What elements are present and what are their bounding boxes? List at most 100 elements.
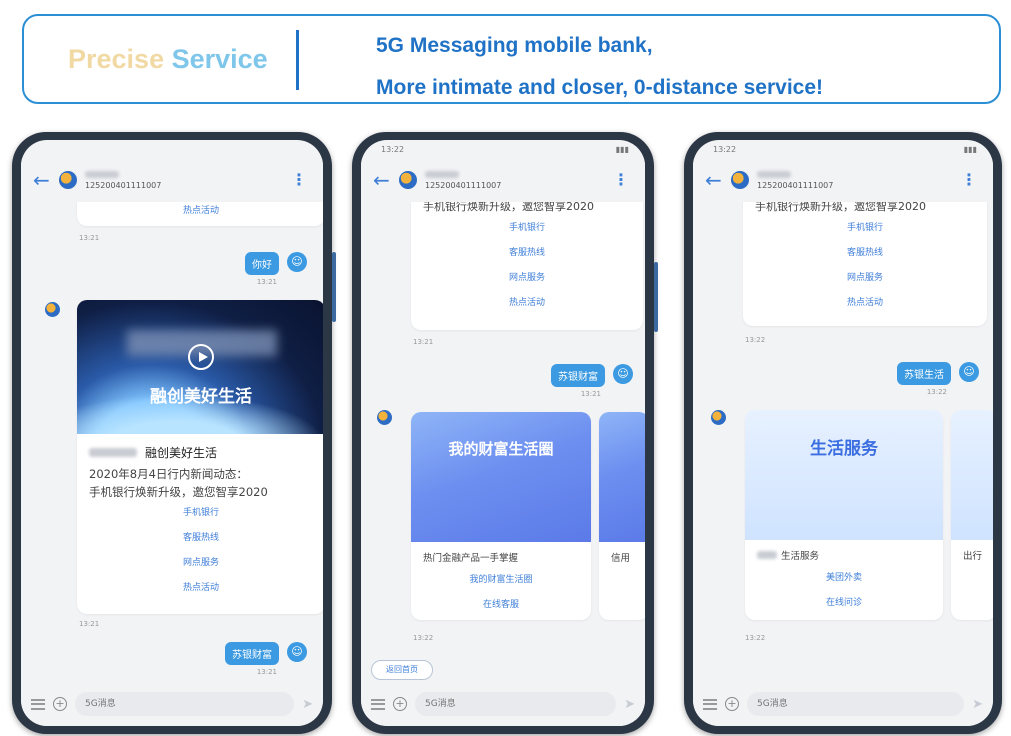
card-media-image [599,412,645,542]
phone-1: ← 125200401111007 ⋮ 热点活动 13:21 你好 ☺ 13:2… [12,132,336,734]
card-title-text: 融创美好生活 [145,446,218,460]
side-button [654,262,658,332]
user-icon: ☺ [959,362,979,382]
bank-avatar [399,171,417,189]
back-arrow-icon[interactable]: ← [373,168,395,192]
card-media-image: 我的财富生活圈 [411,412,591,542]
card-title-blurred [89,448,137,457]
kebab-menu-icon[interactable]: ⋮ [961,170,977,189]
link-hot-activity[interactable]: 热点活动 [77,576,323,601]
card-body-line-2: 手机银行焕新升级，邀您智享2020 [89,485,268,499]
bank-avatar [59,171,77,189]
message-input[interactable] [75,692,295,716]
sent-bubble: 你好 [245,252,279,275]
timestamp: 13:21 [580,390,601,398]
link-online-service[interactable]: 在线客服 [411,593,591,618]
back-home-button[interactable]: 返回首页 [371,660,433,680]
input-bar: + ➤ [693,682,993,726]
link-meituan-takeout[interactable]: 美团外卖 [745,566,943,591]
carousel-card-peek[interactable]: 信用 [599,412,645,620]
chat-area: 手机银行焕新升级，邀您智享2020 手机银行 客服热线 网点服务 热点活动 13… [693,202,993,682]
timestamp: 13:22 [745,634,766,642]
link-service-hotline[interactable]: 客服热线 [77,526,323,551]
chat-header: ← 125200401111007 ⋮ [693,158,993,202]
menu-icon[interactable] [703,698,717,710]
card-subtitle: 生活服务 [745,540,943,566]
send-icon[interactable]: ➤ [972,697,983,712]
timestamp: 13:22 [745,336,766,344]
menu-icon[interactable] [371,698,385,710]
link-hot-activity[interactable]: 热点活动 [743,291,987,316]
send-icon[interactable]: ➤ [624,697,635,712]
timestamp: 13:21 [256,668,277,676]
back-arrow-icon[interactable]: ← [705,168,727,192]
user-icon: ☺ [287,642,307,662]
chat-area: 热点活动 13:21 你好 ☺ 13:21 融创美好生活 融创美好生活 2020… [21,202,323,682]
contact-name-blurred [85,170,119,178]
timestamp: 13:21 [256,278,277,286]
card-body-line-2: 手机银行焕新升级，邀您智享2020 [423,202,594,213]
timestamp: 13:22 [413,634,434,642]
play-icon[interactable] [188,344,214,370]
signal-battery-icon: ▮▮▮ [615,145,629,154]
phone-2: 13:22 ▮▮▮ ← 125200401111007 ⋮ 手机银行焕新升级，邀… [352,132,658,734]
plus-icon[interactable]: + [393,697,407,711]
card-media-image: 融创美好生活 [77,300,323,434]
status-bar: 13:22 ▮▮▮ [693,140,993,158]
phone-3-screen: 13:22 ▮▮▮ ← 125200401111007 ⋮ 手机银行焕新升级，邀… [693,140,993,726]
message-input[interactable] [415,692,617,716]
card-subtitle-text: 生活服务 [781,551,820,562]
link-branch-service[interactable]: 网点服务 [743,266,987,291]
back-arrow-icon[interactable]: ← [33,168,55,192]
link-service-hotline[interactable]: 客服热线 [743,241,987,266]
chat-area: 手机银行焕新升级，邀您智享2020 手机银行 客服热线 网点服务 热点活动 13… [361,202,645,682]
link-online-consultation[interactable]: 在线问诊 [745,591,943,616]
card-title: 融创美好生活 [77,434,323,465]
link-branch-service[interactable]: 网点服务 [77,551,323,576]
input-bar: + ➤ [361,682,645,726]
link-hot-activity[interactable]: 热点活动 [77,202,323,226]
carousel-card[interactable]: 我的财富生活圈 热门金融产品一手掌握 我的财富生活圈 在线客服 [411,412,591,620]
user-icon: ☺ [287,252,307,272]
rich-card[interactable]: 融创美好生活 融创美好生活 2020年8月4日行内新闻动态： 手机银行焕新升级，… [77,300,323,614]
plus-icon[interactable]: + [53,697,67,711]
bank-avatar [45,302,60,317]
side-button [332,252,336,322]
phone-3: 13:22 ▮▮▮ ← 125200401111007 ⋮ 手机银行焕新升级，邀… [684,132,1002,734]
sent-bubble: 苏银财富 [551,364,605,387]
banner-line-2: More intimate and closer, 0-distance ser… [376,76,824,99]
chat-contact: 125200401111007 [425,170,501,190]
plus-icon[interactable]: + [725,697,739,711]
link-service-hotline[interactable]: 客服热线 [411,241,643,266]
timestamp: 13:22 [926,388,947,396]
menu-icon[interactable] [31,698,45,710]
media-title: 融创美好生活 [150,387,252,407]
sent-bubble: 苏银财富 [225,642,279,665]
carousel-card-peek[interactable]: 出行 [951,410,993,620]
user-icon: ☺ [613,364,633,384]
timestamp: 13:21 [413,338,434,346]
message-input[interactable] [747,692,965,716]
message-card-tail: 手机银行焕新升级，邀您智享2020 手机银行 客服热线 网点服务 热点活动 [743,202,987,326]
timestamp: 13:21 [79,620,100,628]
kebab-menu-icon[interactable]: ⋮ [613,170,629,189]
phone-1-screen: ← 125200401111007 ⋮ 热点活动 13:21 你好 ☺ 13:2… [21,140,323,726]
card-media-image [951,410,993,540]
send-icon[interactable]: ➤ [302,697,313,712]
link-branch-service[interactable]: 网点服务 [411,266,643,291]
kebab-menu-icon[interactable]: ⋮ [291,170,307,189]
link-mobile-bank[interactable]: 手机银行 [411,216,643,241]
link-mobile-bank[interactable]: 手机银行 [77,501,323,526]
carousel-card[interactable]: 生活服务 生活服务 美团外卖 在线问诊 [745,410,943,620]
card-subtitle: 出行 [963,551,983,562]
chat-contact: 125200401111007 [85,170,162,190]
contact-number: 125200401111007 [85,180,162,190]
link-hot-activity[interactable]: 热点活动 [411,291,643,316]
bank-avatar [377,410,392,425]
link-mobile-bank[interactable]: 手机银行 [743,216,987,241]
link-wealth-circle[interactable]: 我的财富生活圈 [411,568,591,593]
sent-bubble: 苏银生活 [897,362,951,385]
message-card-tail: 热点活动 [77,202,323,226]
banner-heading: Precise Service [68,44,268,75]
timestamp: 13:21 [79,234,100,242]
